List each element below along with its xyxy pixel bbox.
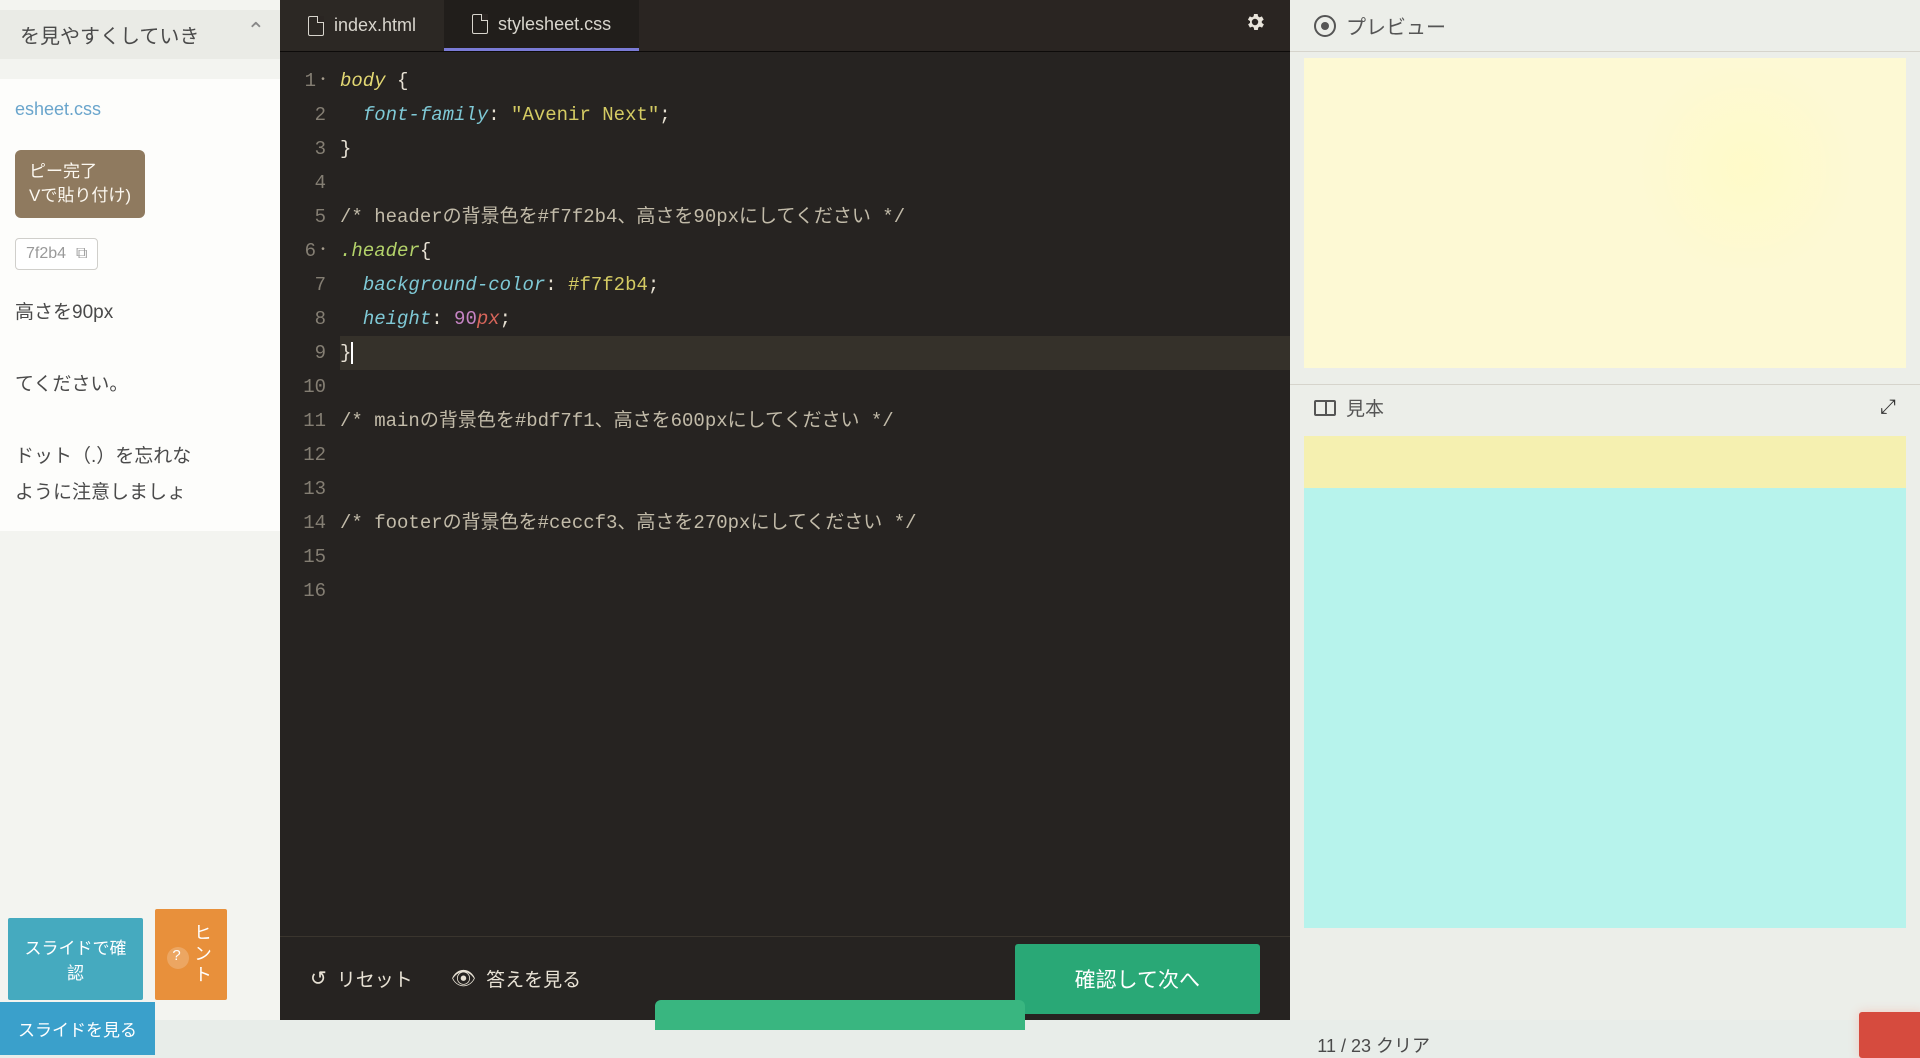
tab-label: index.html [334,15,416,36]
preview-header: プレビュー [1290,0,1920,52]
file-icon [308,16,324,36]
sidebar-filename: esheet.css [15,99,265,120]
sample-main-bar [1304,488,1906,928]
report-button[interactable] [1859,1012,1920,1058]
preview-label: プレビュー [1346,11,1446,40]
preview-icon [1314,15,1336,37]
reset-label: リセット [337,965,413,992]
eye-icon: 👁 [451,966,476,991]
gear-icon[interactable] [1238,5,1272,46]
hint-label: ヒント [189,923,215,986]
tab-stylesheet-css[interactable]: stylesheet.css [444,0,639,51]
tooltip-line-2: Vで貼り付け) [29,184,131,208]
chevron-up-icon[interactable]: ⌃ [247,18,265,44]
code-editor[interactable]: 12345678910111213141516 body { font-fami… [280,52,1290,936]
tab-label: stylesheet.css [498,14,611,35]
show-answer-label: 答えを見る [486,965,581,992]
sample-header: 見本 ⤢ [1290,384,1920,430]
show-answer-button[interactable]: 👁 答えを見る [451,965,581,992]
sample-header-bar [1304,436,1906,488]
confirm-with-slide-button[interactable]: スライドで確認 [8,918,143,1000]
color-code-text: 7f2b4 [26,245,66,263]
preview-body [1304,58,1906,368]
tooltip-line-1: ピー完了 [29,160,131,184]
hint-button[interactable]: ヒント ? [155,909,227,1000]
copy-icon[interactable]: ⧉ [76,245,87,263]
reset-button[interactable]: ↺ リセット [310,965,413,992]
instruction-body: esheet.css ピー完了 Vで貼り付け) 7f2b4 ⧉ 高さを90px … [0,79,280,531]
color-code-chip[interactable]: 7f2b4 ⧉ [15,238,98,270]
preview-panel: プレビュー 見本 ⤢ [1290,0,1920,1020]
copy-tooltip: ピー完了 Vで貼り付け) [15,150,145,218]
sample-label: 見本 [1346,394,1384,421]
instruction-panel: を見やすくしていき ⌃ esheet.css ピー完了 Vで貼り付け) 7f2b… [0,0,280,1020]
instruction-title: を見やすくしていき [20,26,199,48]
tab-bar: index.html stylesheet.css [280,0,1290,52]
file-icon [472,14,488,34]
expand-icon[interactable]: ⤢ [1880,396,1896,419]
check-next-button[interactable]: 確認して次へ [1015,944,1260,1014]
help-icon: ? [167,947,189,969]
tab-index-html[interactable]: index.html [280,0,444,51]
progress-label: 11 / 23 クリア [1317,1032,1430,1058]
instruction-text: 高さを90px てください。 ドット（.）を忘れなように注意しましょ [15,295,265,512]
view-slide-button[interactable]: スライドを見る [0,1002,155,1055]
sample-body [1304,436,1906,928]
code-lines[interactable]: body { font-family: "Avenir Next";}/* he… [340,64,1290,936]
line-gutter: 12345678910111213141516 [280,64,340,936]
reset-icon: ↺ [310,966,327,991]
book-icon [1314,400,1336,416]
instruction-header: を見やすくしていき ⌃ [0,10,280,59]
editor-panel: index.html stylesheet.css 123456789101112… [280,0,1290,1020]
